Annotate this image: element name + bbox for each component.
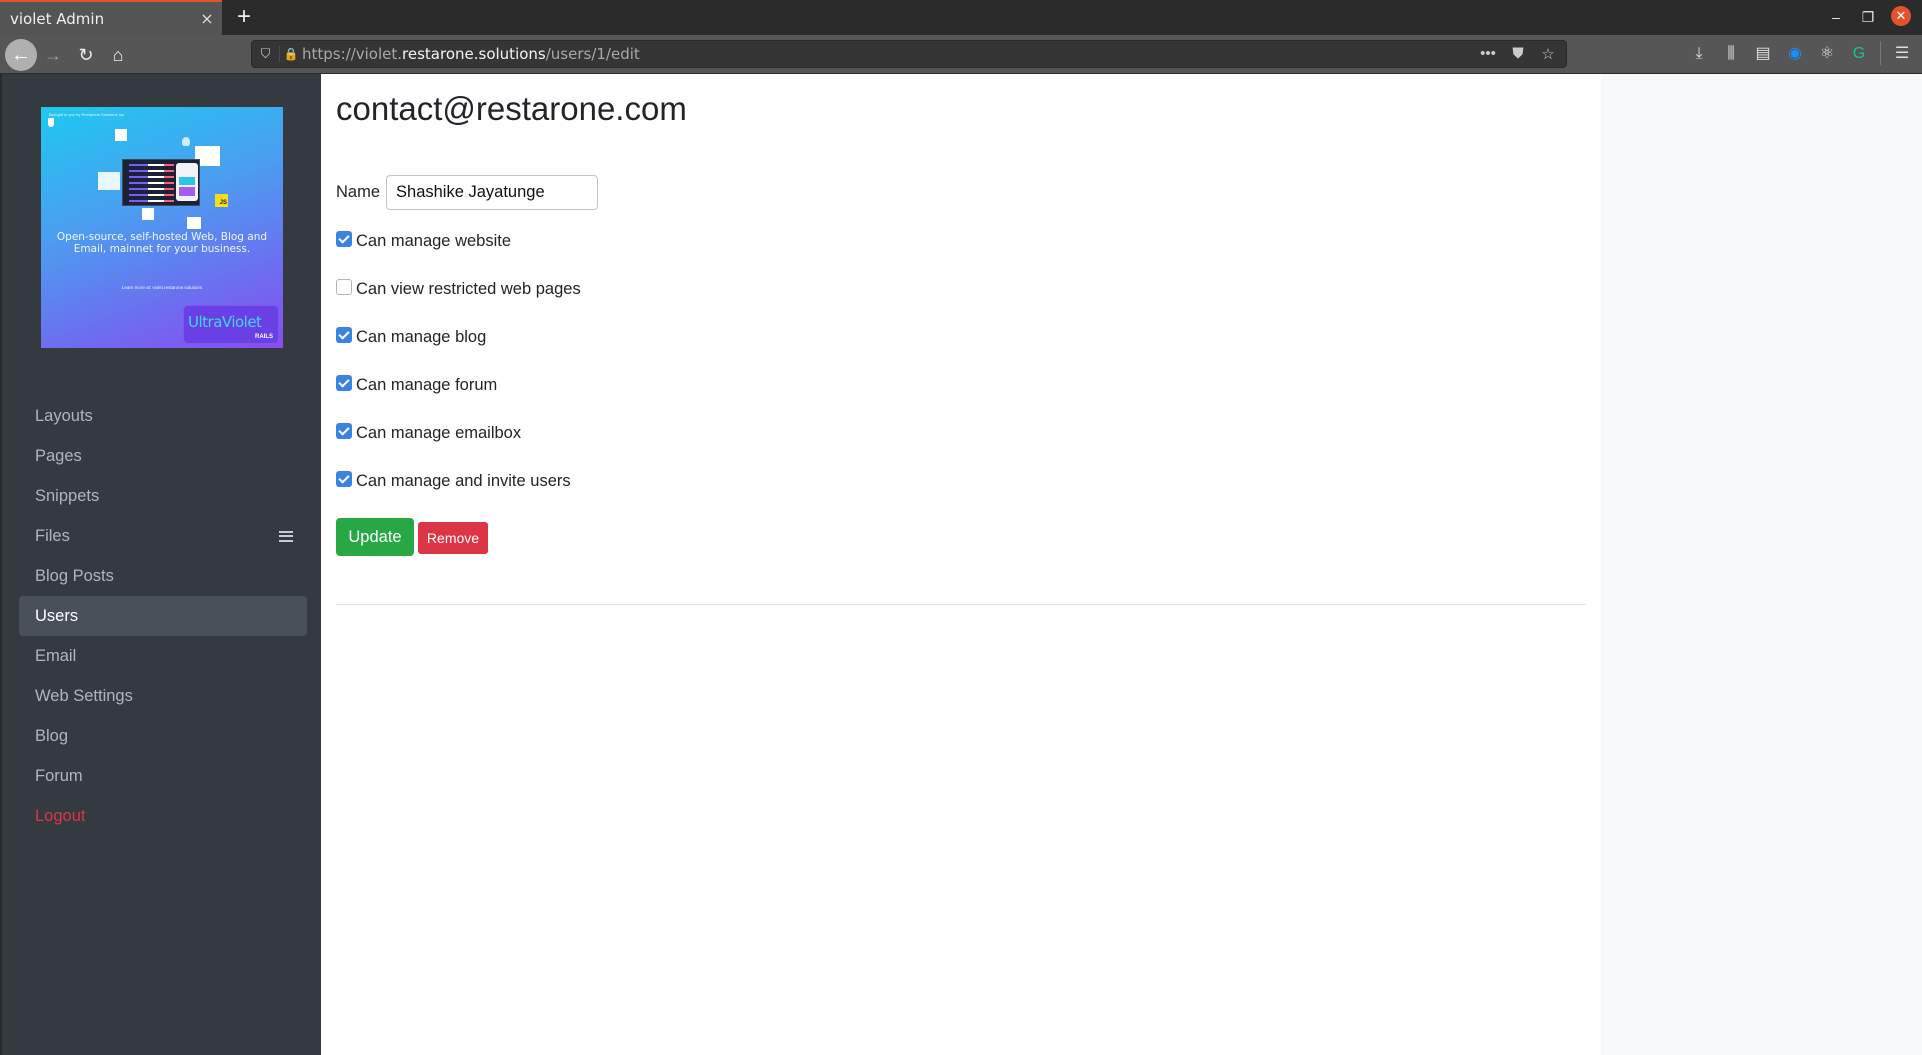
permission-label: Can view restricted web pages bbox=[356, 280, 581, 298]
onepassword-icon[interactable]: ◉ bbox=[1784, 41, 1806, 67]
sidebar-item-logout[interactable]: Logout bbox=[19, 796, 307, 836]
sidebar-item-label: Blog Posts bbox=[35, 566, 114, 585]
files-submenu-toggle-icon[interactable] bbox=[279, 530, 293, 542]
permission-manage-website[interactable]: Can manage website bbox=[336, 230, 512, 251]
toolbar-separator bbox=[1880, 41, 1881, 65]
forward-icon[interactable]: → bbox=[37, 39, 69, 71]
close-tab-icon[interactable]: × bbox=[192, 9, 222, 28]
permission-manage-emailbox[interactable]: Can manage emailbox bbox=[336, 422, 522, 443]
sidebar-item-layouts[interactable]: Layouts bbox=[19, 396, 307, 436]
permission-manage-blog[interactable]: Can manage blog bbox=[336, 326, 487, 347]
sidebar-item-forum[interactable]: Forum bbox=[19, 756, 307, 796]
bookmark-star-icon[interactable]: ☆ bbox=[1538, 45, 1558, 63]
downloads-icon[interactable]: ⤓ bbox=[1688, 41, 1710, 67]
sidebar-item-label: Forum bbox=[35, 766, 83, 785]
brand-learn-more: Learn more at: violet.restarone.solution… bbox=[121, 285, 203, 290]
reload-icon[interactable]: ↻ bbox=[70, 39, 102, 71]
divider bbox=[336, 604, 1586, 605]
name-input[interactable] bbox=[386, 175, 599, 210]
permission-manage-forum[interactable]: Can manage forum bbox=[336, 374, 498, 395]
main-content: contact@restarone.com Name Can manage we… bbox=[321, 74, 1601, 1055]
sidebar-item-pages[interactable]: Pages bbox=[19, 436, 307, 476]
url-bar[interactable]: ⛉ 🔒 https://violet.restarone.solutions/u… bbox=[251, 40, 1567, 68]
illustration-bulb-icon bbox=[182, 137, 190, 146]
sidebar-item-label: Files bbox=[35, 526, 70, 545]
permission-manage-invite-users[interactable]: Can manage and invite users bbox=[336, 470, 571, 491]
illustration-ruby-icon bbox=[142, 208, 154, 220]
illustration-phone-icon bbox=[176, 163, 198, 201]
library-icon[interactable]: ⫼ bbox=[1720, 41, 1742, 67]
permission-label: Can manage blog bbox=[356, 328, 487, 346]
sidebar-item-files[interactable]: Files bbox=[19, 516, 307, 556]
sidebar-item-snippets[interactable]: Snippets bbox=[19, 476, 307, 516]
url-path: /users/1/edit bbox=[545, 45, 640, 63]
brand-banner-image: Brought to you by Restarone Solutions In… bbox=[41, 107, 283, 348]
sidebar-item-email[interactable]: Email bbox=[19, 636, 307, 676]
url-host: restarone.solutions bbox=[402, 45, 546, 63]
checkbox-checked[interactable] bbox=[336, 374, 352, 391]
sidebar-item-label: Users bbox=[35, 606, 79, 625]
checkbox-unchecked[interactable] bbox=[336, 278, 352, 295]
grammarly-icon[interactable]: G bbox=[1848, 41, 1870, 67]
permission-label: Can manage forum bbox=[356, 376, 498, 394]
lock-icon[interactable]: 🔒 bbox=[280, 47, 302, 61]
javascript-icon: JS bbox=[215, 194, 228, 207]
name-label: Name bbox=[336, 183, 381, 201]
sidebar-item-label: Logout bbox=[35, 806, 86, 825]
sidebar-item-label: Web Settings bbox=[35, 686, 133, 705]
tracking-shield-icon[interactable]: ⛉ bbox=[252, 46, 280, 62]
minimize-icon[interactable]: – bbox=[1826, 6, 1846, 28]
right-panel bbox=[1601, 74, 1922, 1055]
browser-navigation-bar: ← → ↻ ⌂ ⛉ 🔒 https://violet.restarone.sol… bbox=[0, 35, 1922, 74]
badge-title: UltraViolet bbox=[188, 313, 262, 331]
tab-title: violet Admin bbox=[10, 9, 105, 28]
checkbox-checked[interactable] bbox=[336, 230, 352, 247]
sidebar-toggle-icon[interactable]: ▤ bbox=[1752, 41, 1774, 67]
react-devtools-icon[interactable]: ⚛ bbox=[1816, 41, 1838, 67]
sidebar-menu: Layouts Pages Snippets Files Blog Posts … bbox=[19, 396, 307, 836]
close-window-icon[interactable]: ✕ bbox=[1891, 6, 1911, 26]
sidebar-item-label: Snippets bbox=[35, 486, 100, 505]
brand-tagline: Open-source, self-hosted Web, Blog and E… bbox=[56, 231, 268, 255]
brand-brought-by: Brought to you by Restarone Solutions In… bbox=[49, 112, 126, 117]
permission-label: Can manage website bbox=[356, 232, 512, 250]
url-text[interactable]: https://violet.restarone.solutions/users… bbox=[302, 45, 1478, 63]
remove-button[interactable]: Remove bbox=[418, 522, 488, 554]
browser-tab[interactable]: violet Admin × bbox=[0, 0, 222, 35]
sidebar-item-label: Email bbox=[35, 646, 77, 665]
checkbox-checked[interactable] bbox=[336, 470, 352, 487]
ultraviolet-badge: UltraViolet RAILS bbox=[183, 305, 279, 344]
sidebar-item-label: Layouts bbox=[35, 406, 93, 425]
checkbox-checked[interactable] bbox=[336, 326, 352, 343]
badge-subtitle: RAILS bbox=[255, 334, 273, 340]
sidebar-item-blog-posts[interactable]: Blog Posts bbox=[19, 556, 307, 596]
illustration-postgres-icon bbox=[187, 217, 201, 229]
illustration-image-icon bbox=[98, 172, 120, 190]
permission-label: Can manage and invite users bbox=[356, 472, 571, 490]
sidebar-item-label: Blog bbox=[35, 726, 69, 745]
back-icon[interactable]: ← bbox=[5, 39, 37, 71]
checkbox-checked[interactable] bbox=[336, 422, 352, 439]
page-title: contact@restarone.com bbox=[336, 90, 687, 127]
sidebar: Brought to you by Restarone Solutions In… bbox=[0, 74, 321, 1055]
maximize-icon[interactable]: ❐ bbox=[1858, 6, 1878, 28]
home-icon[interactable]: ⌂ bbox=[102, 39, 134, 71]
sidebar-item-web-settings[interactable]: Web Settings bbox=[19, 676, 307, 716]
page: Brought to you by Restarone Solutions In… bbox=[0, 74, 1922, 1055]
restarone-logo-icon bbox=[48, 118, 54, 127]
url-prefix: https://violet. bbox=[302, 45, 403, 63]
permission-label: Can manage emailbox bbox=[356, 424, 522, 442]
hamburger-menu-icon[interactable]: ☰ bbox=[1891, 41, 1913, 67]
sidebar-item-users[interactable]: Users bbox=[19, 596, 307, 636]
sidebar-item-label: Pages bbox=[35, 446, 82, 465]
browser-tab-bar: violet Admin × + – ❐ ✕ bbox=[0, 0, 1922, 35]
more-actions-icon[interactable]: ••• bbox=[1478, 45, 1498, 63]
new-tab-button[interactable]: + bbox=[230, 3, 258, 31]
permission-view-restricted-pages[interactable]: Can view restricted web pages bbox=[336, 278, 581, 299]
name-field-row: Name bbox=[336, 175, 599, 210]
update-button[interactable]: Update bbox=[336, 518, 414, 556]
pocket-icon[interactable]: ⛊ bbox=[1508, 45, 1528, 63]
sidebar-item-blog[interactable]: Blog bbox=[19, 716, 307, 756]
illustration-card-icon bbox=[115, 129, 127, 141]
